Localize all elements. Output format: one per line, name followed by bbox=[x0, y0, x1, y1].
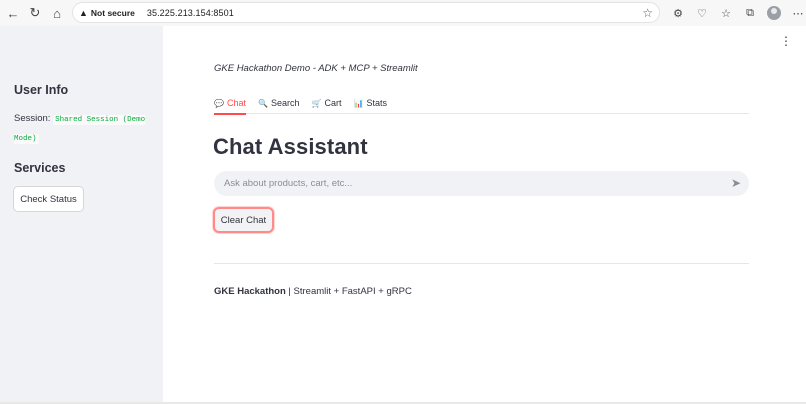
services-heading: Services bbox=[14, 161, 66, 175]
extensions-icon[interactable]: ⚙ bbox=[666, 3, 690, 23]
tab-label: Chat bbox=[226, 98, 246, 108]
favorite-star-icon[interactable]: ☆ bbox=[642, 6, 653, 20]
footer-tech: | Streamlit + FastAPI + gRPC bbox=[285, 286, 412, 297]
tab-label: Search bbox=[270, 98, 300, 108]
browser-actions: ⚙ ♡ ☆ ⧉ ⋯ bbox=[666, 3, 806, 23]
magnifier-icon: 🔍 bbox=[257, 98, 268, 108]
chat-input[interactable] bbox=[224, 178, 704, 189]
security-label: Not secure bbox=[90, 7, 135, 18]
clear-chat-button[interactable]: Clear Chat bbox=[213, 207, 274, 233]
address-bar[interactable]: ▲ Not secure 35.225.213.154:8501 ☆ bbox=[72, 2, 660, 23]
security-warning[interactable]: ▲ Not secure bbox=[79, 8, 135, 18]
tab-label: Cart bbox=[324, 98, 342, 108]
tab-search[interactable]: 🔍 Search bbox=[258, 92, 300, 114]
tab-cart[interactable]: 🛒 Cart bbox=[311, 92, 341, 114]
footer: GKE Hackathon | Streamlit + FastAPI + gR… bbox=[214, 286, 412, 297]
send-icon[interactable]: ➤ bbox=[731, 176, 741, 190]
browser-essentials-icon[interactable]: ♡ bbox=[690, 3, 714, 23]
favorites-icon[interactable]: ☆ bbox=[714, 3, 738, 23]
cart-icon: 🛒 bbox=[311, 98, 322, 108]
avatar-icon bbox=[767, 6, 781, 20]
chat-bubble-icon: 💬 bbox=[214, 98, 224, 108]
tab-label: Stats bbox=[366, 98, 387, 108]
chat-input-container: ➤ bbox=[214, 171, 749, 196]
footer-brand: GKE Hackathon bbox=[214, 286, 286, 297]
more-options-icon[interactable]: ⋯ bbox=[786, 3, 806, 23]
profile-avatar[interactable] bbox=[762, 3, 786, 23]
session-info: Session: Shared Session (Demo Mode) bbox=[14, 110, 159, 148]
url-text[interactable]: 35.225.213.154:8501 bbox=[147, 8, 234, 18]
bar-chart-icon: 📊 bbox=[353, 98, 364, 108]
check-status-button[interactable]: Check Status bbox=[13, 186, 84, 212]
tab-stats[interactable]: 📊 Stats bbox=[353, 92, 386, 114]
divider bbox=[214, 263, 749, 264]
tab-bar: 💬 Chat 🔍 Search 🛒 Cart 📊 Stats bbox=[214, 92, 749, 115]
tab-chat[interactable]: 💬 Chat bbox=[214, 92, 246, 115]
user-info-heading: User Info bbox=[14, 83, 69, 97]
warning-icon: ▲ bbox=[79, 7, 88, 18]
home-icon[interactable]: ⌂ bbox=[46, 2, 68, 24]
back-icon[interactable]: ← bbox=[2, 2, 24, 24]
session-label: Session: bbox=[14, 113, 51, 124]
page-caption: GKE Hackathon Demo - ADK + MCP + Streaml… bbox=[214, 63, 418, 74]
app-menu-icon[interactable]: ⋮ bbox=[780, 35, 792, 47]
page-title: Chat Assistant bbox=[213, 134, 368, 159]
refresh-icon[interactable]: ↻ bbox=[24, 2, 46, 24]
collections-icon[interactable]: ⧉ bbox=[738, 3, 762, 23]
browser-toolbar: ← ↻ ⌂ ▲ Not secure 35.225.213.154:8501 ☆… bbox=[0, 0, 806, 26]
